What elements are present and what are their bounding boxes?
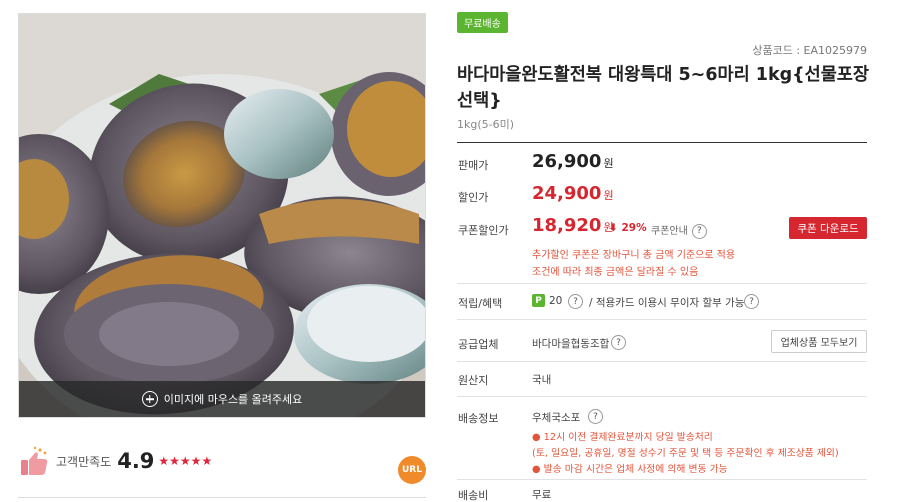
supplier-name: 바다마을협동조합 (532, 338, 610, 350)
sale-price-value: 26,900 (532, 151, 602, 172)
question-icon[interactable]: ? (568, 294, 583, 309)
divider (457, 283, 867, 284)
divider (457, 479, 867, 480)
divider (18, 497, 426, 498)
rating-stars: ★★★★★ (158, 454, 213, 468)
question-icon[interactable]: ? (611, 335, 626, 350)
product-title: 바다마을완도활전복 대왕특대 5~6마리 1kg{선물포장선택} (457, 65, 869, 111)
delivery-note-3: ● 발송 마감 시간은 업체 사정에 의해 변동 가능 (532, 464, 728, 475)
coupon-info[interactable]: 쿠폰안내? (651, 222, 707, 239)
origin-value: 국내 (532, 374, 552, 386)
delivery-method: 우체국소포 (532, 412, 581, 424)
delivery-label: 배송정보 (458, 412, 499, 425)
point-icon: P (532, 294, 545, 307)
divider (457, 319, 867, 320)
product-code: 상품코드 : EA1025979 (752, 44, 867, 57)
benefit-label: 적립/혜택 (458, 297, 503, 310)
sale-price-label: 판매가 (458, 159, 489, 172)
product-option: 1kg(5-6미) (457, 118, 515, 131)
currency-unit: 원 (603, 189, 614, 202)
zoom-hint-text: 이미지에 마우스를 올려주세요 (163, 393, 303, 406)
delivery-note-1: ● 12시 이전 결제완료분까지 당일 발송처리 (532, 432, 713, 443)
discount-price-label: 할인가 (458, 191, 489, 204)
divider (457, 396, 867, 397)
abalone-photo (19, 14, 425, 417)
card-benefit-text: / 적용카드 이용시 무이자 할부 가능 (589, 297, 745, 309)
coupon-notice-1: 추가할인 쿠폰은 장바구니 총 금액 기준으로 적용 (532, 250, 736, 261)
satisfaction-label: 고객만족도 (56, 454, 112, 469)
currency-unit: 원 (603, 157, 614, 170)
zoom-hint-bar: 이미지에 마우스를 올려주세요 (19, 381, 425, 417)
satisfaction-score: 4.9 (117, 449, 155, 473)
coupon-price-value: 18,920 (532, 215, 602, 236)
free-shipping-badge: 무료배송 (457, 12, 508, 33)
sale-price: 26,900 원 (532, 151, 614, 172)
question-icon[interactable]: ? (744, 294, 759, 309)
discount-price: 24,900 원 (532, 183, 614, 204)
coupon-price: 18,920 원 (532, 215, 614, 236)
supplier-label: 공급업체 (458, 338, 499, 351)
supplier-products-button[interactable]: 업체상품 모두보기 (771, 330, 867, 353)
url-share-button[interactable]: URL (398, 456, 426, 484)
shipping-fee-label: 배송비 (458, 489, 489, 502)
discount-rate: ⬇ 29% (609, 222, 647, 234)
origin-label: 원산지 (458, 374, 489, 387)
point-value: 20 (549, 295, 563, 307)
plus-circle-icon (141, 391, 158, 407)
question-icon[interactable]: ? (691, 223, 707, 239)
coupon-price-label: 쿠폰할인가 (458, 224, 509, 237)
shipping-fee-value: 무료 (532, 489, 552, 501)
product-image[interactable]: 이미지에 마우스를 올려주세요 (18, 13, 426, 418)
divider (457, 142, 867, 143)
divider (457, 361, 867, 362)
discount-price-value: 24,900 (532, 183, 602, 204)
thumbs-up-icon (21, 446, 48, 475)
customer-satisfaction: 고객만족도 4.9 ★★★★★ (18, 444, 212, 478)
coupon-info-label: 쿠폰안내 (651, 226, 688, 237)
coupon-download-button[interactable]: 쿠폰 다운로드 (789, 217, 867, 239)
coupon-notice-2: 조건에 따라 최종 금액은 달라질 수 있음 (532, 267, 699, 278)
question-icon[interactable]: ? (588, 409, 603, 424)
delivery-note-2: (토, 일요일, 공휴일, 명절 성수기 주문 및 택 등 주문확인 후 제조상… (532, 448, 839, 459)
